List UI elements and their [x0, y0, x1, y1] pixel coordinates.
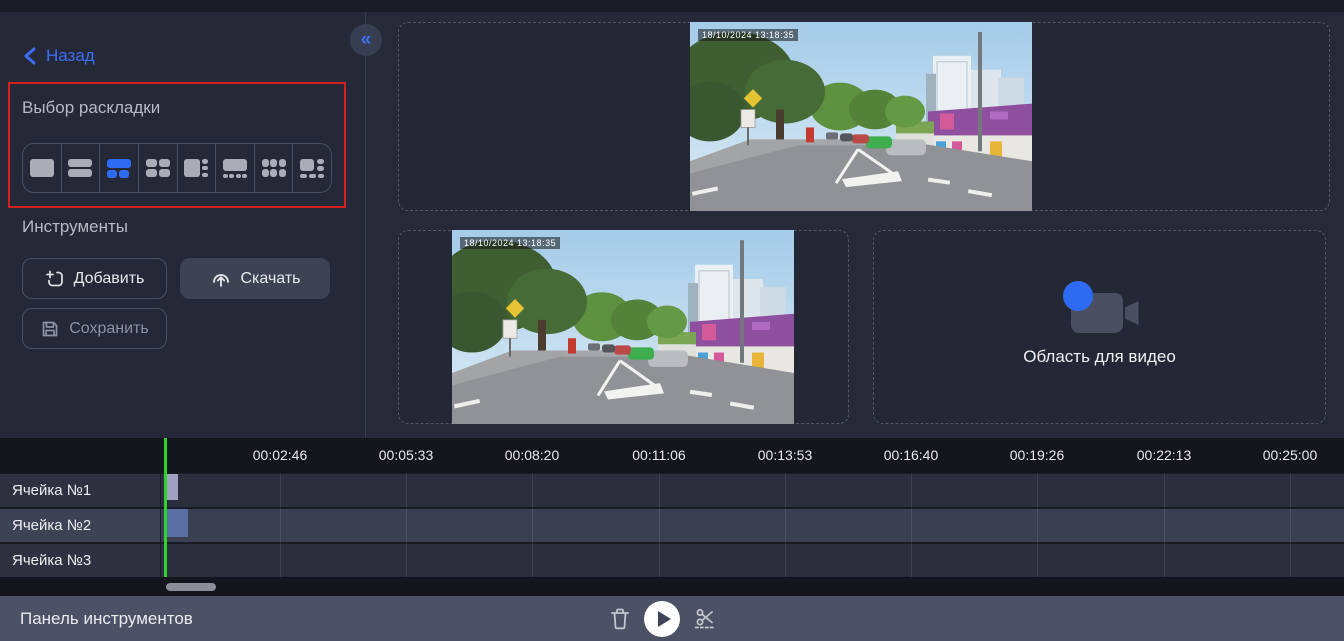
timeline-clip-track-2[interactable] — [166, 509, 188, 537]
play-icon — [658, 611, 671, 627]
timeline-gridline — [785, 473, 786, 577]
save-button[interactable]: Сохранить — [22, 308, 167, 349]
ruler-time-label: 00:25:00 — [1263, 447, 1318, 463]
layout-single-icon — [29, 157, 55, 179]
timeline-scrollbar-thumb[interactable] — [166, 583, 216, 591]
save-floppy-icon — [40, 319, 60, 339]
timeline-clip-track-1[interactable] — [167, 474, 178, 500]
ruler-time-label: 00:02:46 — [253, 447, 308, 463]
video-1-timestamp: 18/10/2024 13:18:35 — [698, 29, 798, 41]
track-row-3[interactable]: Ячейка №3 — [0, 544, 1344, 577]
ruler-time-label: 00:05:33 — [379, 447, 434, 463]
trash-icon — [608, 606, 632, 632]
download-button[interactable]: Скачать — [180, 258, 330, 299]
layout-option-grid-2x2[interactable] — [139, 144, 178, 192]
timeline-gridline — [1290, 473, 1291, 577]
bottom-toolbar: Панель инструментов — [0, 596, 1344, 641]
back-button[interactable]: Назад — [22, 46, 95, 66]
sidebar-divider — [365, 12, 366, 438]
layout-option-one-left-five[interactable] — [293, 144, 331, 192]
timeline-ruler[interactable]: 00:02:46 00:05:33 00:08:20 00:11:06 00:1… — [0, 438, 1344, 473]
timeline-scrollbar[interactable] — [0, 577, 1344, 596]
tools-section-title: Инструменты — [22, 217, 128, 237]
track-row-2[interactable]: Ячейка №2 — [0, 509, 1344, 542]
layout-option-two-rows[interactable] — [62, 144, 101, 192]
track-row-1[interactable]: Ячейка №1 — [0, 474, 1344, 507]
timeline-gridline — [280, 473, 281, 577]
add-button[interactable]: Добавить — [22, 258, 167, 299]
collapse-sidebar-button[interactable]: « — [350, 24, 382, 56]
collapse-chevrons-icon: « — [361, 29, 372, 51]
track-lane-2[interactable] — [161, 509, 1344, 542]
layout-one-top-four-bottom-icon — [222, 157, 248, 179]
video-preview-2[interactable]: 18/10/2024 13:18:35 — [452, 230, 794, 424]
layout-option-one-top-four-bottom[interactable] — [216, 144, 255, 192]
download-button-label: Скачать — [241, 270, 301, 288]
scissors-icon — [692, 606, 718, 632]
add-icon — [45, 269, 65, 289]
empty-video-area: Область для видео — [874, 231, 1325, 423]
back-label: Назад — [46, 46, 95, 66]
delete-button[interactable] — [608, 606, 632, 632]
timeline-gridline — [1037, 473, 1038, 577]
video-camera-icon — [1063, 287, 1137, 333]
timeline-gridline — [659, 473, 660, 577]
ruler-time-label: 00:19:26 — [1010, 447, 1065, 463]
layout-picker — [22, 143, 332, 193]
video-preview-1[interactable]: 18/10/2024 13:18:35 — [690, 22, 1032, 211]
timeline-tracks: Ячейка №1 Ячейка №2 Ячейка №3 — [0, 473, 1344, 577]
layout-option-one-left-three-right[interactable] — [178, 144, 217, 192]
layout-option-one-top-two-bottom[interactable] — [100, 144, 139, 192]
cut-button[interactable] — [692, 606, 718, 632]
track-label-3: Ячейка №3 — [0, 544, 160, 577]
track-lane-3[interactable] — [161, 544, 1344, 577]
timeline-gridline — [406, 473, 407, 577]
ruler-time-label: 00:13:53 — [758, 447, 813, 463]
sidebar: Назад Выбор раскладки — [0, 12, 365, 438]
ruler-time-label: 00:08:20 — [505, 447, 560, 463]
download-cloud-icon — [210, 269, 232, 289]
video-2-timestamp: 18/10/2024 13:18:35 — [460, 237, 560, 249]
timeline-gridline — [911, 473, 912, 577]
timeline-gridline — [532, 473, 533, 577]
save-button-label: Сохранить — [69, 320, 149, 338]
ruler-time-label: 00:22:13 — [1137, 447, 1192, 463]
back-chevron-icon — [22, 47, 38, 65]
track-label-1: Ячейка №1 — [0, 474, 160, 507]
playhead[interactable] — [164, 438, 167, 577]
layout-option-grid-3x2[interactable] — [255, 144, 294, 192]
layout-one-top-two-bottom-icon — [106, 157, 132, 179]
layout-grid-2x2-icon — [145, 157, 171, 179]
toolbar-title: Панель инструментов — [20, 609, 193, 629]
track-lane-1[interactable] — [161, 474, 1344, 507]
layout-two-rows-icon — [67, 157, 93, 179]
ruler-time-label: 00:16:40 — [884, 447, 939, 463]
top-strip — [0, 0, 1344, 12]
layout-grid-3x2-icon — [261, 157, 287, 179]
ruler-time-label: 00:11:06 — [632, 447, 685, 463]
layout-one-left-three-right-icon — [183, 157, 209, 179]
preview-cell-3-empty[interactable]: Область для видео — [873, 230, 1326, 424]
empty-cell-label: Область для видео — [1023, 347, 1176, 367]
layout-one-left-five-icon — [299, 157, 325, 179]
layout-section-title: Выбор раскладки — [22, 98, 160, 118]
video-editor-app: Назад Выбор раскладки — [0, 0, 1344, 641]
timeline-gridline — [1164, 473, 1165, 577]
add-button-label: Добавить — [74, 270, 145, 288]
track-label-2: Ячейка №2 — [0, 509, 160, 542]
layout-option-single[interactable] — [23, 144, 62, 192]
play-button[interactable] — [644, 601, 680, 637]
